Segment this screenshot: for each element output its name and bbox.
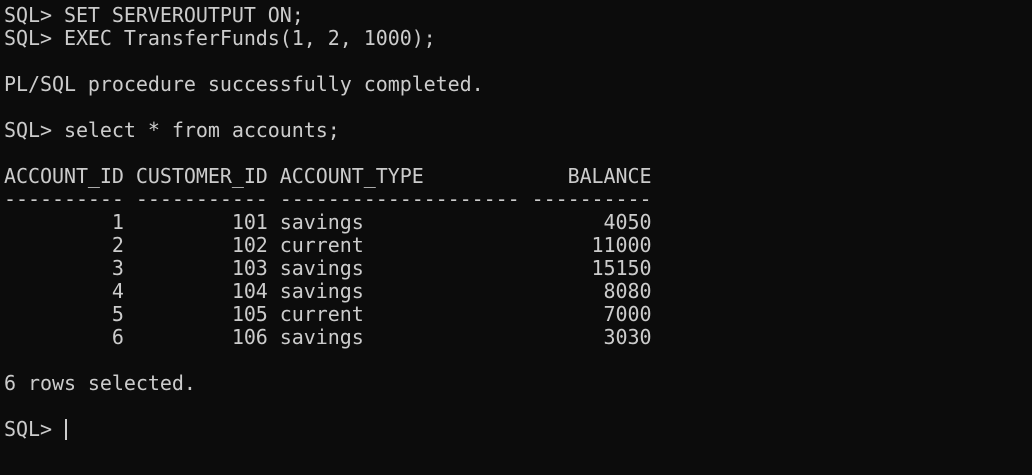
table-separator: ---------- ----------- -----------------… (4, 187, 652, 211)
table-row: 4 104 savings 8080 (4, 279, 652, 303)
rows-selected-message: 6 rows selected. (4, 371, 196, 395)
command-line: SQL> select * from accounts; (4, 118, 340, 142)
table-row: 2 102 current 11000 (4, 233, 652, 257)
table-row: 6 106 savings 3030 (4, 325, 652, 349)
command-line: SQL> EXEC TransferFunds(1, 2, 1000); (4, 26, 436, 50)
terminal-window[interactable]: SQL> SET SERVEROUTPUT ON; SQL> EXEC Tran… (4, 4, 1028, 471)
output-message: PL/SQL procedure successfully completed. (4, 72, 484, 96)
command-line: SQL> SET SERVEROUTPUT ON; (4, 3, 304, 27)
table-row: 5 105 current 7000 (4, 302, 652, 326)
text-cursor (64, 419, 67, 440)
table-row: 3 103 savings 15150 (4, 256, 652, 280)
sql-prompt: SQL> (4, 417, 64, 441)
table-header: ACCOUNT_ID CUSTOMER_ID ACCOUNT_TYPE BALA… (4, 164, 652, 188)
table-row: 1 101 savings 4050 (4, 210, 652, 234)
prompt-line[interactable]: SQL> (4, 418, 1028, 441)
